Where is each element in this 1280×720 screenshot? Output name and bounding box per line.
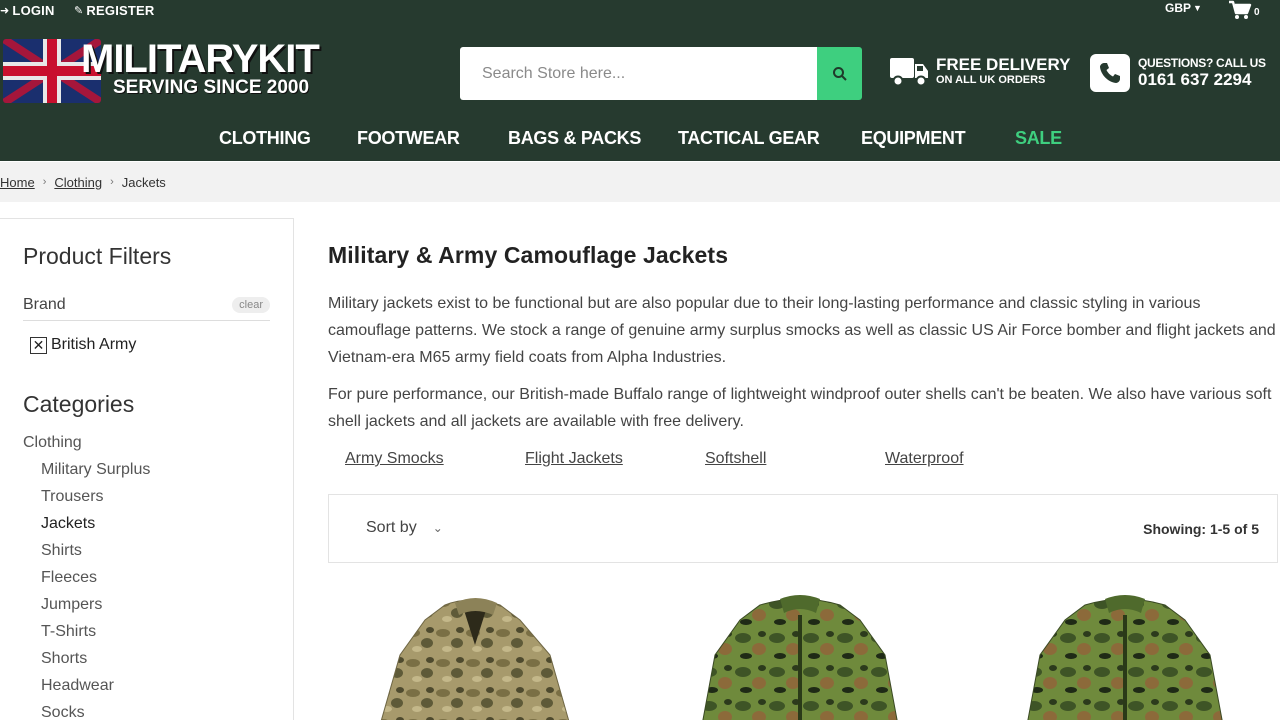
search-input[interactable] (460, 47, 817, 100)
category-description-1: Military jackets exist to be functional … (328, 295, 1276, 366)
cart-button[interactable]: 0 (1228, 0, 1260, 20)
category-socks[interactable]: Socks (23, 703, 150, 720)
delivery-title: FREE DELIVERY (936, 55, 1071, 74)
brand-label: Brand (23, 295, 66, 313)
contact-question: QUESTIONS? CALL US (1138, 56, 1266, 70)
category-clothing[interactable]: Clothing (23, 433, 150, 460)
category-trousers[interactable]: Trousers (23, 487, 150, 514)
clear-filter-button[interactable]: clear (232, 296, 270, 313)
category-shirts[interactable]: Shirts (23, 541, 150, 568)
breadcrumb: Home › Clothing › Jackets (0, 162, 1280, 202)
nav-footwear[interactable]: FOOTWEAR (357, 128, 460, 149)
search-icon (832, 66, 847, 81)
category-fleeces[interactable]: Fleeces (23, 568, 150, 595)
nav-bags-packs[interactable]: BAGS & PACKS (508, 128, 641, 149)
caret-down-icon: ▼ (1193, 3, 1202, 13)
brand-filter-header: Brand clear (23, 293, 270, 321)
product-filters-title: Product Filters (23, 243, 172, 269)
breadcrumb-home[interactable]: Home (0, 175, 35, 190)
page-title: Military & Army Camouflage Jackets (328, 242, 729, 268)
phone-icon (1090, 54, 1130, 92)
subcategory-softshell[interactable]: Softshell (705, 450, 766, 468)
search-button[interactable] (817, 47, 862, 100)
site-header: ➜ LOGIN ✎ REGISTER GBP ▼ 0 MILITARYKIT S… (0, 0, 1280, 161)
sort-toolbar: Sort by ⌄ Showing: 1-5 of 5 (328, 494, 1278, 563)
site-logo[interactable]: MILITARYKIT SERVING SINCE 2000 (3, 37, 337, 103)
product-image-mtp-jacket[interactable] (375, 595, 575, 720)
chevron-right-icon: › (110, 176, 114, 188)
category-list: Clothing Military Surplus Trousers Jacke… (23, 433, 150, 720)
pencil-icon: ✎ (74, 4, 84, 17)
currency-selector[interactable]: GBP ▼ (1165, 1, 1202, 15)
nav-tactical-gear[interactable]: TACTICAL GEAR (678, 128, 820, 149)
login-label: LOGIN (12, 2, 55, 18)
active-filter-british-army[interactable]: ✕ British Army (30, 336, 136, 354)
category-shorts[interactable]: Shorts (23, 649, 150, 676)
product-image-dpm-jacket-1[interactable] (700, 595, 900, 720)
categories-title: Categories (23, 391, 135, 417)
login-link[interactable]: ➜ LOGIN (0, 2, 55, 18)
delivery-truck-icon (890, 58, 928, 87)
filters-sidebar: Product Filters Brand clear ✕ British Ar… (0, 218, 294, 720)
active-filter-label: British Army (51, 336, 137, 353)
nav-equipment[interactable]: EQUIPMENT (861, 128, 966, 149)
search-bar (460, 47, 862, 100)
phone-number: 0161 637 2294 (1138, 70, 1252, 89)
category-jumpers[interactable]: Jumpers (23, 595, 150, 622)
breadcrumb-clothing[interactable]: Clothing (54, 175, 102, 190)
sort-by-dropdown[interactable]: Sort by ⌄ (366, 519, 443, 537)
subcategory-waterproof[interactable]: Waterproof (885, 450, 964, 468)
login-icon: ➜ (0, 4, 10, 17)
subcategory-flight-jackets[interactable]: Flight Jackets (525, 450, 623, 468)
results-count: Showing: 1-5 of 5 (1143, 521, 1259, 537)
delivery-subtitle: ON ALL UK ORDERS (936, 74, 1046, 86)
category-t-shirts[interactable]: T-Shirts (23, 622, 150, 649)
cart-count: 0 (1254, 7, 1260, 18)
remove-filter-icon: ✕ (30, 336, 47, 354)
subcategory-army-smocks[interactable]: Army Smocks (345, 450, 444, 468)
contact-phone[interactable]: QUESTIONS? CALL US 0161 637 2294 (1090, 54, 1266, 92)
currency-value: GBP (1165, 1, 1192, 15)
breadcrumb-current: Jackets (121, 174, 166, 190)
free-delivery-banner: FREE DELIVERY ON ALL UK ORDERS (888, 54, 1070, 88)
register-link[interactable]: ✎ REGISTER (74, 2, 154, 18)
nav-clothing[interactable]: CLOTHING (219, 128, 311, 149)
sort-by-label: Sort by (366, 519, 417, 536)
register-label: REGISTER (86, 2, 155, 18)
nav-sale[interactable]: SALE (1015, 128, 1062, 149)
category-headwear[interactable]: Headwear (23, 676, 150, 703)
chevron-right-icon: › (42, 176, 47, 188)
category-description-2: For pure performance, our British-made B… (328, 386, 1272, 430)
logo-text: MILITARYKIT (81, 37, 320, 81)
product-image-dpm-jacket-2[interactable] (1025, 595, 1225, 720)
logo-tagline: SERVING SINCE 2000 (113, 77, 310, 98)
category-jackets[interactable]: Jackets (23, 514, 150, 541)
main-nav: CLOTHING FOOTWEAR BAGS & PACKS TACTICAL … (0, 128, 1280, 154)
chevron-down-icon: ⌄ (432, 521, 443, 535)
cart-icon (1229, 0, 1252, 19)
category-military-surplus[interactable]: Military Surplus (23, 460, 150, 487)
